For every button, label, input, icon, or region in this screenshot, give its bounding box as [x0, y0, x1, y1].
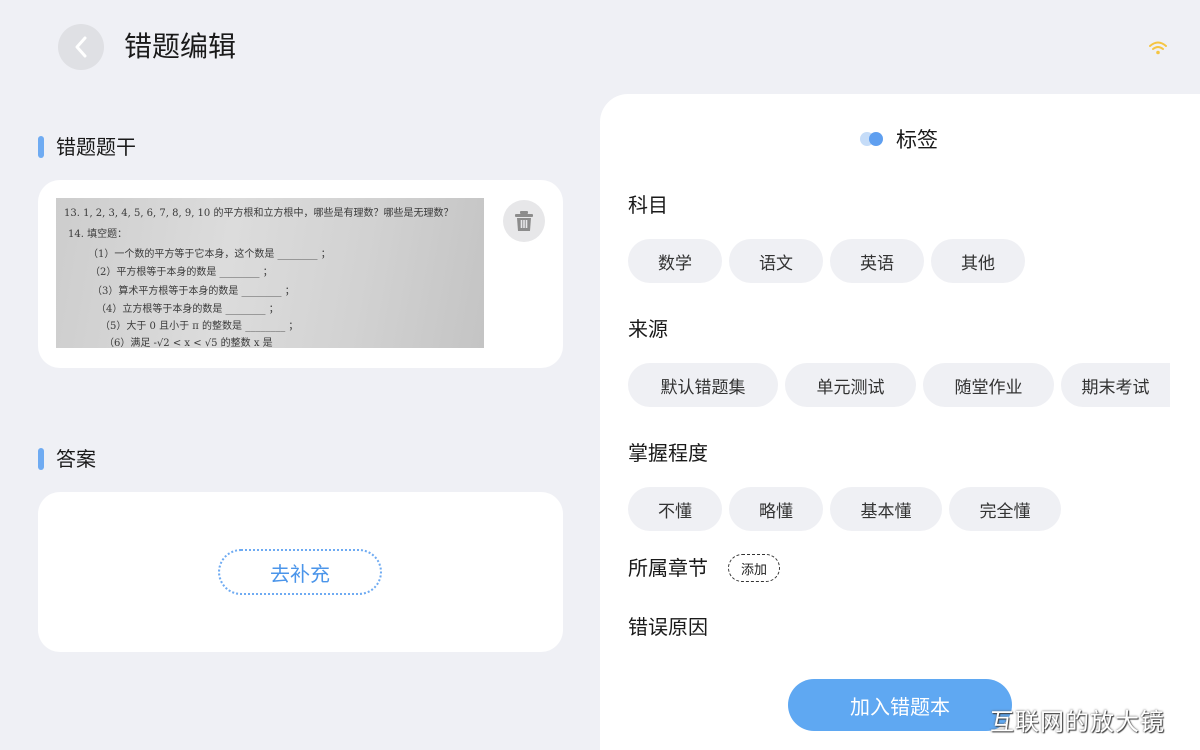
section-accent-bar — [38, 136, 44, 158]
subject-chip-chinese[interactable]: 语文 — [729, 239, 823, 283]
mastery-chips: 不懂 略懂 基本懂 完全懂 — [628, 487, 1061, 531]
trash-icon — [515, 211, 533, 231]
answer-section-heading: 答案 — [38, 446, 96, 472]
page-title: 错题编辑 — [124, 30, 237, 63]
stem-section-title: 错题题干 — [56, 135, 136, 159]
stem-card: 13. 1, 2, 3, 4, 5, 6, 7, 8, 9, 10 的平方根和立… — [38, 180, 563, 368]
chapter-row: 所属章节 添加 — [628, 554, 781, 582]
wifi-icon — [1149, 41, 1167, 55]
question-photo[interactable]: 13. 1, 2, 3, 4, 5, 6, 7, 8, 9, 10 的平方根和立… — [56, 198, 484, 348]
tags-panel-title: 标签 — [860, 124, 938, 154]
mastery-chip-full[interactable]: 完全懂 — [949, 487, 1061, 531]
photo-line: （3）算术平方根等于本身的数是 ________ ； — [92, 286, 295, 297]
source-chip-final-exam[interactable]: 期末考试 — [1061, 363, 1170, 407]
photo-line: （4）立方根等于本身的数是 ________ ； — [96, 304, 279, 315]
delete-photo-button[interactable] — [503, 200, 545, 242]
photo-line: （2）平方根等于本身的数是 ________ ； — [90, 267, 273, 278]
mastery-label: 掌握程度 — [628, 441, 708, 465]
source-chip-unit-test[interactable]: 单元测试 — [785, 363, 916, 407]
stem-section-heading: 错题题干 — [38, 134, 136, 160]
tags-panel: 标签 科目 数学 语文 英语 其他 来源 默认错题集 单元测试 随堂作业 期末考… — [600, 94, 1200, 750]
photo-line: （1）一个数的平方等于它本身，这个数是 ________ ； — [88, 249, 331, 260]
photo-line: 14. 填空题： — [68, 229, 128, 240]
subject-chips: 数学 语文 英语 其他 — [628, 239, 1025, 283]
subject-label: 科目 — [628, 193, 668, 217]
answer-section-title: 答案 — [56, 447, 96, 471]
back-button[interactable] — [58, 24, 104, 70]
tag-dots-icon — [860, 131, 886, 147]
photo-line: 13. 1, 2, 3, 4, 5, 6, 7, 8, 9, 10 的平方根和立… — [64, 208, 454, 219]
subject-chip-english[interactable]: 英语 — [830, 239, 924, 283]
add-answer-button[interactable]: 去补充 — [218, 549, 382, 595]
subject-chip-math[interactable]: 数学 — [628, 239, 722, 283]
reason-label: 错误原因 — [628, 615, 708, 639]
mastery-chip-little[interactable]: 略懂 — [729, 487, 823, 531]
source-chips: 默认错题集 单元测试 随堂作业 期末考试 — [628, 363, 1170, 407]
source-label: 来源 — [628, 317, 668, 341]
chapter-label: 所属章节 — [628, 556, 708, 580]
tags-title-text: 标签 — [896, 128, 938, 152]
mastery-chip-none[interactable]: 不懂 — [628, 487, 722, 531]
photo-line: （5）大于 0 且小于 π 的整数是 ________ ； — [100, 321, 299, 332]
source-chip-default[interactable]: 默认错题集 — [628, 363, 778, 407]
section-accent-bar — [38, 448, 44, 470]
add-chapter-button[interactable]: 添加 — [728, 554, 781, 582]
chevron-left-icon — [75, 36, 87, 58]
answer-card: 去补充 — [38, 492, 563, 652]
watermark: 互联网的放大镜 — [990, 708, 1165, 736]
mastery-chip-basic[interactable]: 基本懂 — [830, 487, 942, 531]
add-to-notebook-button[interactable]: 加入错题本 — [788, 679, 1012, 731]
source-chip-classwork[interactable]: 随堂作业 — [923, 363, 1054, 407]
subject-chip-other[interactable]: 其他 — [931, 239, 1025, 283]
photo-line: （6）满足 -√2 < x < √5 的整数 x 是 ________ — [104, 338, 316, 348]
